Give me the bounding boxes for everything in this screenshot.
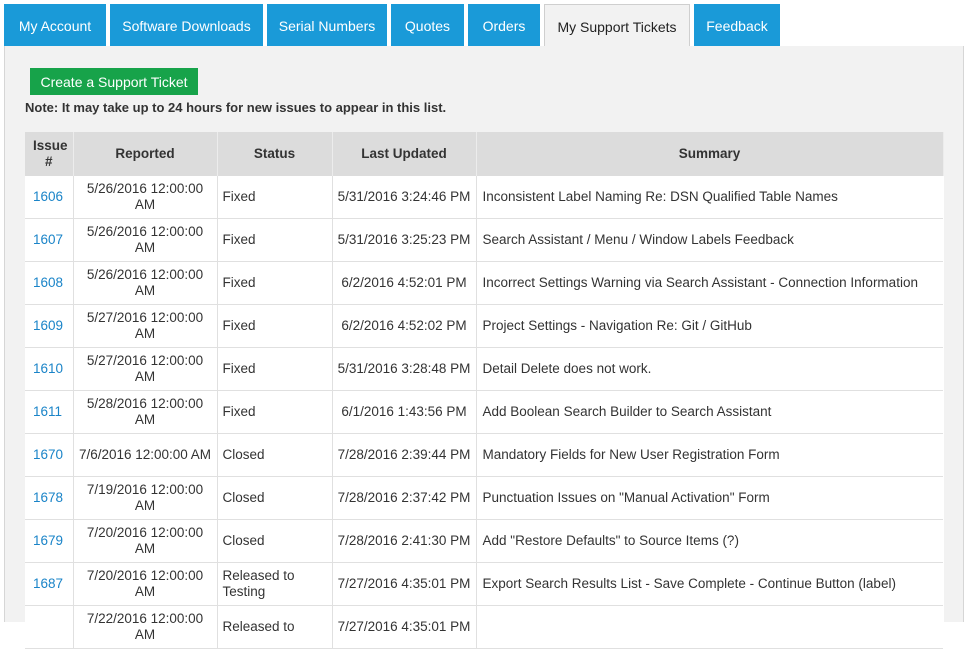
last-updated-cell: 7/28/2016 2:37:42 PM bbox=[332, 476, 477, 520]
reported-cell: 5/26/2016 12:00:00 AM bbox=[73, 261, 218, 305]
status-cell: Fixed bbox=[217, 218, 333, 262]
summary-cell: Inconsistent Label Naming Re: DSN Qualif… bbox=[476, 176, 943, 219]
issue-cell bbox=[25, 605, 74, 649]
last-updated-cell: 5/31/2016 3:28:48 PM bbox=[332, 347, 477, 391]
summary-cell: Export Search Results List - Save Comple… bbox=[476, 562, 943, 606]
last-updated-cell: 7/28/2016 2:41:30 PM bbox=[332, 519, 477, 563]
issue-link[interactable]: 1678 bbox=[33, 490, 63, 505]
issue-link[interactable]: 1687 bbox=[33, 576, 63, 591]
summary-cell: Search Assistant / Menu / Window Labels … bbox=[476, 218, 943, 262]
table-row: 1687 7/20/2016 12:00:00 AM Released to Tes… bbox=[25, 562, 943, 606]
issue-link[interactable]: 1670 bbox=[33, 447, 63, 462]
last-updated-cell: 6/2/2016 4:52:02 PM bbox=[332, 304, 477, 348]
column-header-issue[interactable]: Issue # bbox=[25, 132, 74, 176]
table-row: 1607 5/26/2016 12:00:00 AM Fixed 5/31/2016 … bbox=[25, 218, 943, 262]
status-cell: Closed bbox=[217, 433, 333, 477]
issue-link[interactable]: 1607 bbox=[33, 232, 63, 247]
table-row: 1670 7/6/2016 12:00:00 AM Closed 7/28/2016 … bbox=[25, 433, 943, 477]
column-header-last-updated[interactable]: Last Updated bbox=[332, 132, 477, 176]
table-row: 1609 5/27/2016 12:00:00 AM Fixed 6/2/2016 4… bbox=[25, 304, 943, 348]
last-updated-cell: 5/31/2016 3:24:46 PM bbox=[332, 176, 477, 219]
status-cell: Fixed bbox=[217, 304, 333, 348]
reported-cell: 5/27/2016 12:00:00 AM bbox=[73, 347, 218, 391]
issue-cell: 1609 bbox=[25, 304, 74, 348]
last-updated-cell: 5/31/2016 3:25:23 PM bbox=[332, 218, 477, 262]
status-cell: Closed bbox=[217, 476, 333, 520]
table-row: 1678 7/19/2016 12:00:00 AM Closed 7/28/2016… bbox=[25, 476, 943, 520]
issue-cell: 1607 bbox=[25, 218, 74, 262]
table-row: 1610 5/27/2016 12:00:00 AM Fixed 5/31/2016 … bbox=[25, 347, 943, 391]
table-header-row: Issue # Reported Status Last Updated Sum… bbox=[25, 132, 944, 176]
issue-link[interactable]: 1608 bbox=[33, 275, 63, 290]
reported-cell: 7/22/2016 12:00:00 AM bbox=[73, 605, 218, 649]
table-row: 1608 5/26/2016 12:00:00 AM Fixed 6/2/2016 4… bbox=[25, 261, 943, 305]
issue-cell: 1678 bbox=[25, 476, 74, 520]
column-header-summary[interactable]: Summary bbox=[476, 132, 944, 176]
tickets-table-body: 1606 5/26/2016 12:00:00 AM Fixed 5/31/2016 … bbox=[25, 176, 943, 649]
create-support-ticket-button[interactable]: Create a Support Ticket bbox=[30, 68, 198, 95]
reported-cell: 5/27/2016 12:00:00 AM bbox=[73, 304, 218, 348]
table-row: 1679 7/20/2016 12:00:00 AM Closed 7/28/2016… bbox=[25, 519, 943, 563]
reported-cell: 7/19/2016 12:00:00 AM bbox=[73, 476, 218, 520]
issue-link[interactable]: 1606 bbox=[33, 189, 63, 204]
summary-cell: Add "Restore Defaults" to Source Items (… bbox=[476, 519, 943, 563]
summary-cell: Project Settings - Navigation Re: Git / … bbox=[476, 304, 943, 348]
last-updated-cell: 7/27/2016 4:35:01 PM bbox=[332, 562, 477, 606]
status-cell: Fixed bbox=[217, 347, 333, 391]
issue-cell: 1608 bbox=[25, 261, 74, 305]
issue-cell: 1670 bbox=[25, 433, 74, 477]
reported-cell: 7/6/2016 12:00:00 AM bbox=[73, 433, 218, 477]
issue-link[interactable]: 1679 bbox=[33, 533, 63, 548]
tab-feedback[interactable]: Feedback bbox=[694, 4, 780, 47]
issue-cell: 1610 bbox=[25, 347, 74, 391]
issue-link[interactable]: 1611 bbox=[33, 404, 62, 419]
last-updated-cell: 6/2/2016 4:52:01 PM bbox=[332, 261, 477, 305]
reported-cell: 5/26/2016 12:00:00 AM bbox=[73, 218, 218, 262]
reported-cell: 7/20/2016 12:00:00 AM bbox=[73, 562, 218, 606]
status-cell: Closed bbox=[217, 519, 333, 563]
tab-quotes[interactable]: Quotes bbox=[391, 4, 464, 47]
issue-cell: 1606 bbox=[25, 176, 74, 219]
reported-cell: 5/28/2016 12:00:00 AM bbox=[73, 390, 218, 434]
tab-my-support-tickets[interactable]: My Support Tickets bbox=[544, 4, 690, 48]
tab-software-downloads[interactable]: Software Downloads bbox=[110, 4, 263, 47]
status-cell: Fixed bbox=[217, 390, 333, 434]
table-row: 1606 5/26/2016 12:00:00 AM Fixed 5/31/2016 … bbox=[25, 176, 943, 219]
status-cell: Released to Testing bbox=[217, 562, 333, 606]
status-cell: Released to bbox=[217, 605, 333, 649]
column-header-reported[interactable]: Reported bbox=[73, 132, 218, 176]
last-updated-cell: 7/28/2016 2:39:44 PM bbox=[332, 433, 477, 477]
delay-note: Note: It may take up to 24 hours for new… bbox=[25, 100, 447, 115]
tab-my-account[interactable]: My Account bbox=[4, 4, 106, 47]
reported-cell: 5/26/2016 12:00:00 AM bbox=[73, 176, 218, 219]
status-cell: Fixed bbox=[217, 261, 333, 305]
tab-bar: My Account Software Downloads Serial Numbe… bbox=[4, 4, 780, 48]
issue-cell: 1679 bbox=[25, 519, 74, 563]
last-updated-cell: 7/27/2016 4:35:01 PM bbox=[332, 605, 477, 649]
support-tickets-panel: Create a Support Ticket Note: It may tak… bbox=[4, 46, 964, 649]
issue-cell: 1611 bbox=[25, 390, 74, 434]
summary-cell: Incorrect Settings Warning via Search As… bbox=[476, 261, 943, 305]
table-row: 7/22/2016 12:00:00 AM Released to 7/27/201… bbox=[25, 605, 943, 649]
issue-link[interactable]: 1610 bbox=[33, 361, 63, 376]
column-header-status[interactable]: Status bbox=[217, 132, 333, 176]
tickets-table-wrapper: Issue # Reported Status Last Updated Sum… bbox=[25, 132, 944, 649]
summary-cell: Detail Delete does not work. bbox=[476, 347, 943, 391]
tickets-table: Issue # Reported Status Last Updated Sum… bbox=[25, 132, 944, 649]
issue-link[interactable]: 1609 bbox=[33, 318, 63, 333]
tab-serial-numbers[interactable]: Serial Numbers bbox=[267, 4, 387, 47]
issue-cell: 1687 bbox=[25, 562, 74, 606]
summary-cell: Punctuation Issues on "Manual Activation… bbox=[476, 476, 943, 520]
tab-orders[interactable]: Orders bbox=[468, 4, 540, 47]
last-updated-cell: 6/1/2016 1:43:56 PM bbox=[332, 390, 477, 434]
status-cell: Fixed bbox=[217, 176, 333, 219]
table-row: 1611 5/28/2016 12:00:00 AM Fixed 6/1/2016 1… bbox=[25, 390, 943, 434]
summary-cell bbox=[476, 605, 943, 649]
summary-cell: Add Boolean Search Builder to Search Ass… bbox=[476, 390, 943, 434]
summary-cell: Mandatory Fields for New User Registrati… bbox=[476, 433, 943, 477]
reported-cell: 7/20/2016 12:00:00 AM bbox=[73, 519, 218, 563]
